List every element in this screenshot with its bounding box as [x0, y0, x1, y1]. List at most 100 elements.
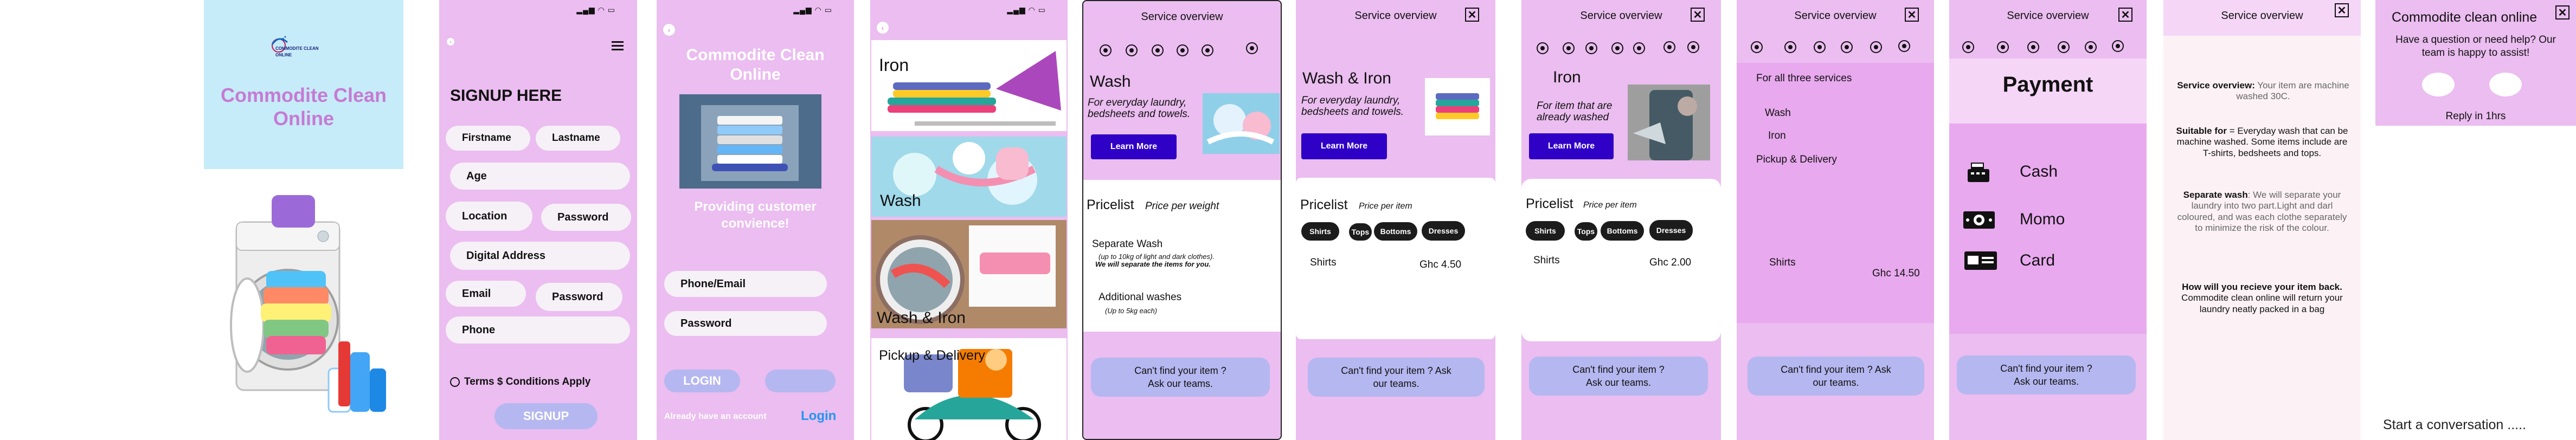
- ask-team-button[interactable]: Can't find your item ? Ask our teams.: [1957, 355, 2136, 394]
- service-name: Wash & Iron: [1302, 69, 1391, 87]
- close-icon[interactable]: ✕: [1465, 8, 1479, 22]
- password-field[interactable]: Password: [541, 204, 631, 231]
- close-icon[interactable]: ✕: [1691, 8, 1705, 22]
- tab-icon[interactable]: [1814, 41, 1826, 53]
- login-button[interactable]: LOGIN: [664, 370, 740, 392]
- service-desc: For item that are already washed: [1537, 100, 1613, 123]
- login-link[interactable]: Login: [801, 409, 836, 424]
- service-card-wash-iron[interactable]: Wash & Iron: [871, 220, 1067, 328]
- reply-time: Reply in 1hrs: [2445, 111, 2506, 122]
- pricelist-label: Pricelist: [1087, 197, 1134, 212]
- tab-icon[interactable]: [1177, 44, 1189, 56]
- lastname-field[interactable]: Lastname: [536, 126, 620, 151]
- header-title: Service overview: [2221, 10, 2303, 22]
- tab-icon[interactable]: [1202, 44, 1213, 56]
- tab-icon[interactable]: [1663, 41, 1675, 53]
- learn-more-button[interactable]: Learn More: [1091, 134, 1177, 159]
- service-card-wash[interactable]: Wash: [871, 137, 1067, 217]
- additional-washes-label: Additional washes: [1099, 292, 1182, 303]
- tab-icon[interactable]: [1537, 42, 1549, 54]
- status-bar: ▂▄▆ ◠ ▭: [576, 5, 615, 14]
- chat-title: Commodite clean online: [2392, 10, 2538, 25]
- tab-icon[interactable]: [2058, 41, 2070, 53]
- chip-shirts[interactable]: Shirts: [1526, 221, 1565, 241]
- ask-team-button[interactable]: Can't find your item ? Ask our teams.: [1529, 357, 1708, 396]
- tab-icon[interactable]: [1126, 44, 1138, 56]
- suitable-label: Suitable for: [2176, 126, 2227, 136]
- password-field-2[interactable]: Password: [536, 283, 622, 311]
- service-item-wash[interactable]: Wash: [1765, 107, 1791, 119]
- learn-more-button[interactable]: Learn More: [1301, 133, 1387, 159]
- tab-icon[interactable]: [1100, 44, 1112, 56]
- service-label-pickup: Pickup & Delivery: [879, 348, 985, 363]
- close-icon[interactable]: ✕: [1905, 8, 1919, 22]
- tab-icon[interactable]: [1563, 42, 1575, 54]
- back-icon[interactable]: ‹: [447, 38, 454, 46]
- agent-avatar: [2422, 73, 2455, 96]
- firstname-field[interactable]: Firstname: [446, 126, 530, 151]
- tab-icon[interactable]: [1870, 41, 1882, 53]
- chip-dresses[interactable]: Dresses: [1649, 220, 1693, 241]
- service-card-pickup[interactable]: Pickup & Delivery: [871, 338, 1067, 440]
- tab-icon[interactable]: [2112, 40, 2124, 52]
- tab-icon[interactable]: [1633, 42, 1645, 54]
- close-icon[interactable]: ✕: [2555, 5, 2569, 20]
- chip-shirts[interactable]: Shirts: [1301, 222, 1339, 241]
- service-card-iron[interactable]: Iron: [871, 40, 1067, 131]
- back-icon[interactable]: ‹: [877, 22, 889, 34]
- signup-button[interactable]: SIGNUP: [494, 403, 598, 429]
- tab-icon[interactable]: [1962, 41, 1974, 53]
- signup-screen: ▂▄▆ ◠ ▭ ‹ SIGNUP HERE Firstname Lastname…: [439, 0, 637, 440]
- password-field[interactable]: Password: [664, 311, 827, 336]
- tab-icon[interactable]: [2085, 41, 2097, 53]
- chip-tops[interactable]: Tops: [1575, 222, 1597, 241]
- tab-icon[interactable]: [1997, 41, 2009, 53]
- chip-bottoms[interactable]: Bottoms: [1374, 222, 1417, 241]
- location-field[interactable]: Location: [446, 202, 532, 231]
- tab-icon[interactable]: [1611, 42, 1623, 54]
- close-icon[interactable]: ✕: [2118, 8, 2132, 22]
- washing-machine-illustration: [215, 190, 394, 423]
- tab-icon[interactable]: [1841, 41, 1853, 53]
- chip-dresses[interactable]: Dresses: [1422, 221, 1465, 241]
- ask-team-button[interactable]: Can't find your item ? Ask our teams.: [1308, 358, 1485, 397]
- learn-more-button[interactable]: Learn More: [1529, 133, 1614, 159]
- logo-text: COMMODITE CLEAN ONLINE: [275, 46, 319, 57]
- tab-icon[interactable]: [1152, 44, 1164, 56]
- tab-icon[interactable]: [1784, 41, 1796, 53]
- digital-address-field[interactable]: Digital Address: [450, 242, 630, 270]
- phone-field[interactable]: Phone: [446, 316, 630, 344]
- payment-option-cash[interactable]: Cash: [2020, 163, 2058, 181]
- tab-icon[interactable]: [1687, 41, 1699, 53]
- chip-tops[interactable]: Tops: [1349, 223, 1372, 241]
- service-desc: For everyday laundry, bedsheets and towe…: [1301, 95, 1404, 118]
- phone-email-field[interactable]: Phone/Email: [664, 271, 827, 297]
- item-price: Ghc 4.50: [1419, 259, 1462, 270]
- back-icon[interactable]: ‹: [663, 24, 675, 36]
- tab-icon[interactable]: [1898, 40, 1910, 52]
- login-screen: ▂▄▆ ◠ ▭ ‹ Commodite Clean Online Providi…: [657, 0, 854, 440]
- overview-label: Service overview:: [2177, 80, 2255, 90]
- terms-radio[interactable]: [450, 377, 460, 387]
- payment-screen: Service overview ✕ Payment Cash Momo Car…: [1949, 0, 2147, 440]
- tab-icon[interactable]: [1585, 42, 1597, 54]
- service-item-pickup[interactable]: Pickup & Delivery: [1756, 154, 1837, 166]
- age-field[interactable]: Age: [450, 163, 630, 190]
- chip-bottoms[interactable]: Bottoms: [1601, 221, 1644, 241]
- email-field[interactable]: Email: [446, 281, 526, 307]
- payment-option-card[interactable]: Card: [2020, 251, 2055, 270]
- menu-icon[interactable]: [612, 41, 624, 51]
- service-item-iron[interactable]: Iron: [1768, 130, 1786, 142]
- tab-icon[interactable]: [1751, 41, 1763, 53]
- service-label-iron: Iron: [879, 55, 909, 75]
- tab-icon[interactable]: [2027, 41, 2039, 53]
- tab-icon[interactable]: [1246, 42, 1258, 54]
- ask-team-button[interactable]: Can't find your item ? Ask our teams.: [1091, 358, 1270, 397]
- wash-thumbnail: [1203, 93, 1280, 154]
- close-icon[interactable]: ✕: [2335, 3, 2349, 17]
- secondary-button[interactable]: [765, 370, 836, 392]
- ask-team-button[interactable]: Can't find your item ? Ask our teams.: [1748, 357, 1924, 396]
- service-name: Iron: [1553, 68, 1581, 86]
- payment-option-momo[interactable]: Momo: [2020, 210, 2065, 229]
- conversation-input[interactable]: Start a conversation .....: [2383, 417, 2526, 433]
